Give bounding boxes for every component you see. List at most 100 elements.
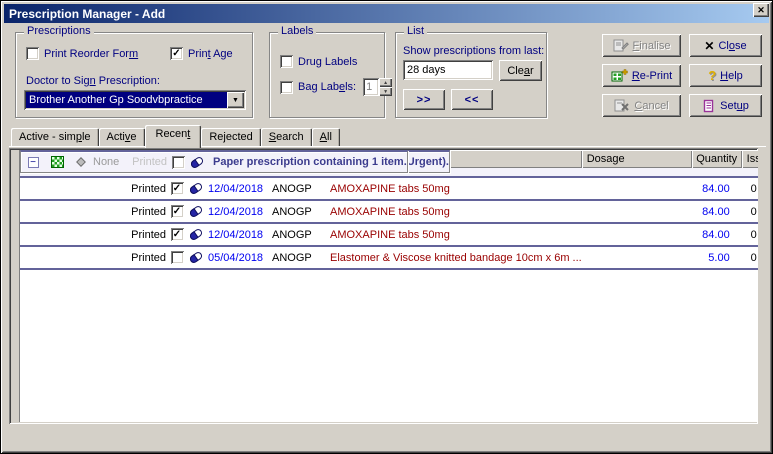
print-age-row: Print Age: [170, 47, 233, 60]
row-print-checkbox[interactable]: [171, 228, 184, 241]
header-iss[interactable]: Iss: [742, 150, 758, 168]
group-description: Paper prescription containing 1 item.: [207, 152, 407, 172]
print-status: Printed: [133, 152, 169, 172]
drug-name: AMOXAPINE tabs 50mg: [326, 224, 582, 245]
tab-active-simple[interactable]: Active - simple: [11, 128, 99, 146]
prescription-item-row[interactable]: Printed 05/04/2018 ANOGP Elastomer & Vis…: [20, 245, 758, 268]
bag-labels-checkbox[interactable]: [280, 81, 293, 94]
show-prescriptions-label: Show prescriptions from last:: [403, 45, 544, 57]
prescription-manager-dialog: Prescription Manager - Add ✕ Prescriptio…: [0, 0, 773, 454]
print-reorder-checkbox[interactable]: [26, 47, 39, 60]
bag-labels-count[interactable]: 1: [363, 78, 379, 96]
issue-count: 0: [742, 247, 758, 268]
tab-label: Active - simple: [19, 131, 91, 143]
print-status: Printed: [132, 247, 168, 268]
doctor-combobox-value: Brother Another Gp Soodvbpractice: [26, 92, 227, 108]
window-title: Prescription Manager - Add: [9, 7, 165, 21]
print-age-checkbox[interactable]: [170, 47, 183, 60]
tab-recent[interactable]: Recent: [145, 125, 202, 148]
clear-button-label: Clear: [507, 65, 533, 77]
setup-button-label: Setup: [720, 100, 749, 112]
print-status: Printed: [132, 178, 168, 199]
doctor-combobox-dropdown-button[interactable]: ▼: [227, 92, 244, 108]
clinician-code: ANOGP: [270, 178, 326, 199]
setup-button[interactable]: Setup: [689, 94, 762, 117]
help-button[interactable]: ? Help: [689, 64, 762, 87]
doctor-combobox[interactable]: Brother Another Gp Soodvbpractice ▼: [24, 90, 246, 110]
clinician-code: ANOGP: [270, 247, 326, 268]
period-input-value: 28 days: [407, 64, 446, 76]
list-groupbox: List Show prescriptions from last: 28 da…: [395, 32, 547, 118]
titlebar-close-button[interactable]: ✕: [753, 3, 769, 17]
labels-groupbox: Labels Drug Labels Bag Labels: 1 ▲ ▼: [269, 32, 385, 118]
pill-icon: [189, 156, 205, 169]
help-icon: ?: [708, 68, 716, 83]
diamond-icon: [75, 156, 87, 168]
tab-active[interactable]: Active: [99, 128, 145, 146]
prescription-date: 12/04/2018: [206, 178, 270, 199]
print-status: Printed: [132, 201, 168, 222]
print-age-label: Print Age: [188, 48, 233, 60]
period-input[interactable]: 28 days: [403, 60, 493, 80]
drug-labels-checkbox[interactable]: [280, 55, 293, 68]
row-print-checkbox[interactable]: [171, 251, 184, 264]
doctor-to-sign-label: Doctor to Sign Prescription:: [26, 75, 160, 87]
tab-search[interactable]: Search: [261, 128, 312, 146]
close-button[interactable]: ✕ Close: [689, 34, 762, 57]
cancel-button[interactable]: Cancel: [602, 94, 681, 117]
prescriptions-groupbox: Prescriptions Print Reorder Form Print A…: [15, 32, 253, 118]
titlebar: Prescription Manager - Add: [4, 4, 769, 23]
prescription-item-row[interactable]: Printed 12/04/2018 ANOGP AMOXAPINE tabs …: [20, 222, 758, 245]
list-legend: List: [404, 25, 427, 37]
spinner-up-button[interactable]: ▲: [379, 78, 392, 87]
prescription-date: 12/04/2018: [206, 224, 270, 245]
row-print-checkbox[interactable]: [171, 205, 184, 218]
dosage: [582, 201, 692, 222]
clinician-code: ANOGP: [270, 224, 326, 245]
bag-labels-label: Bag Labels:: [298, 81, 356, 93]
prescriptions-legend: Prescriptions: [24, 25, 94, 37]
reprint-icon: [611, 69, 628, 82]
setup-icon: [702, 99, 716, 113]
prescription-date: 12/04/2018: [206, 201, 270, 222]
clear-button[interactable]: Clear: [499, 60, 542, 81]
back-button[interactable]: <<: [451, 89, 493, 110]
dosage: [582, 178, 692, 199]
header-dosage[interactable]: Dosage: [582, 150, 692, 168]
tab-label: Active: [107, 131, 137, 143]
finalise-icon: [613, 39, 629, 52]
quantity: 84.00: [692, 178, 742, 199]
finalise-button[interactable]: Finalise: [602, 34, 681, 57]
reprint-button[interactable]: Re-Print: [602, 64, 681, 87]
bag-labels-spinner: 1 ▲ ▼: [363, 78, 392, 96]
spinner-down-button[interactable]: ▼: [379, 87, 392, 96]
drug-name: AMOXAPINE tabs 50mg: [326, 201, 582, 222]
prescription-date: 05/04/2018: [206, 247, 270, 268]
tab-rejected[interactable]: Rejected: [201, 128, 260, 146]
prescription-item-row[interactable]: Printed 12/04/2018 ANOGP AMOXAPINE tabs …: [20, 176, 758, 199]
header-quantity[interactable]: Quantity: [692, 150, 742, 168]
drug-name: AMOXAPINE tabs 50mg: [326, 178, 582, 199]
dosage: [582, 224, 692, 245]
pill-icon: [188, 182, 204, 195]
collapse-toggle-icon[interactable]: −: [28, 157, 39, 168]
row-print-checkbox[interactable]: [172, 156, 185, 169]
pill-icon: [188, 205, 204, 218]
print-reorder-label: Print Reorder Form: [44, 48, 138, 60]
print-status: Printed: [132, 224, 168, 245]
prescription-item-row[interactable]: Printed 12/04/2018 ANOGP AMOXAPINE tabs …: [20, 199, 758, 222]
prescription-group-row[interactable]: − None Printed Paper prescription contai…: [20, 150, 408, 173]
print-reorder-row: Print Reorder Form: [26, 47, 138, 60]
tab-label: Rejected: [209, 131, 252, 143]
forward-button[interactable]: >>: [403, 89, 445, 110]
tab-all[interactable]: All: [312, 128, 340, 146]
table-empty-area: [20, 268, 758, 422]
drug-labels-row: Drug Labels: [280, 55, 357, 68]
tab-label: All: [320, 131, 332, 143]
pill-icon: [188, 251, 204, 264]
quantity: 5.00: [692, 247, 742, 268]
row-print-checkbox[interactable]: [171, 182, 184, 195]
clinician-code: ANOGP: [270, 201, 326, 222]
send-status: None: [93, 152, 133, 172]
pill-icon: [188, 228, 204, 241]
